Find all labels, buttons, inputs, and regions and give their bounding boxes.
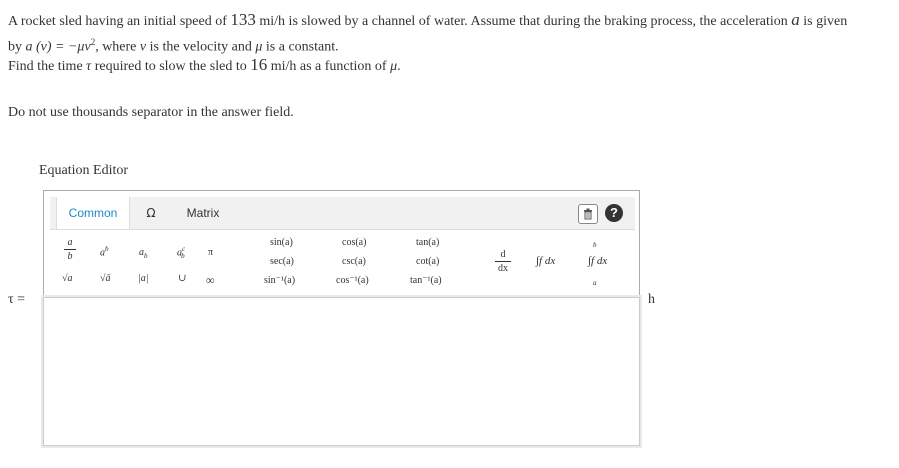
question-text: by: [8, 39, 26, 55]
initial-speed-value: 133: [230, 10, 256, 29]
definite-integral-button[interactable]: ∫f dx: [588, 255, 607, 267]
question-text: mi/h is slowed by a channel of water. As…: [255, 14, 792, 29]
question-line-2: by a (v) = −μv2, where v is the velocity…: [8, 33, 339, 57]
question-text: is given: [799, 14, 848, 29]
answer-label: τ =: [8, 292, 26, 307]
tab-omega[interactable]: Ω: [136, 197, 166, 229]
fraction-button[interactable]: a b: [64, 237, 76, 262]
nthroot-button[interactable]: √ā: [100, 273, 111, 284]
subsup-sub: b: [181, 252, 185, 261]
question-text: is the velocity and: [146, 39, 256, 55]
final-speed-value: 16: [250, 55, 268, 74]
cos-button[interactable]: cos(a): [342, 237, 366, 248]
answer-input[interactable]: [41, 295, 642, 448]
derivative-button[interactable]: d dx: [495, 249, 511, 274]
subscript-index: b: [144, 252, 148, 260]
tab-matrix[interactable]: Matrix: [176, 197, 230, 229]
arccos-button[interactable]: cos⁻¹(a): [336, 275, 369, 286]
question-line-1: A rocket sled having an initial speed of…: [8, 11, 847, 31]
tab-common[interactable]: Common: [56, 197, 130, 229]
sin-button[interactable]: sin(a): [270, 237, 293, 248]
question-text: , where: [95, 39, 140, 55]
power-button[interactable]: ab: [100, 245, 109, 258]
abs-button[interactable]: |a|: [138, 273, 149, 284]
trash-icon[interactable]: [578, 204, 598, 224]
subscript-button[interactable]: ab: [139, 247, 148, 260]
csc-button[interactable]: csc(a): [342, 256, 366, 267]
tan-button[interactable]: tan(a): [416, 237, 439, 248]
infinity-button[interactable]: ∞: [206, 273, 215, 288]
derivative-denominator: dx: [498, 263, 508, 274]
cot-button[interactable]: cot(a): [416, 256, 439, 267]
acceleration-variable: a: [791, 10, 800, 29]
integral-upper-limit: b: [593, 241, 597, 249]
thousands-separator-note: Do not use thousands separator in the an…: [8, 105, 294, 120]
fraction-denominator: b: [67, 251, 73, 262]
question-text: A rocket sled having an initial speed of: [8, 14, 231, 29]
arcsin-button[interactable]: sin⁻¹(a): [264, 275, 295, 286]
fraction-numerator: a: [67, 237, 73, 248]
sqrt-button[interactable]: √a: [62, 273, 73, 284]
equation-editor-toolbar: Common Ω Matrix ? a b ab ab acb π √a √ā …: [43, 190, 640, 296]
question-text: .: [397, 59, 401, 74]
answer-unit: h: [648, 292, 655, 307]
integral-lower-limit: a: [593, 279, 597, 287]
power-exponent: b: [105, 245, 109, 253]
question-text: mi/h as a function of: [267, 59, 391, 74]
help-question-icon[interactable]: ?: [605, 204, 623, 222]
editor-tab-bar: Common Ω Matrix ?: [50, 197, 635, 230]
question-text: required to slow the sled to: [91, 59, 251, 74]
question-line-3: Find the time τ required to slow the sle…: [8, 56, 401, 76]
union-button[interactable]: ∪: [178, 273, 186, 284]
integral-button[interactable]: ∫f dx: [536, 255, 555, 267]
sec-button[interactable]: sec(a): [270, 256, 294, 267]
subsup-button[interactable]: acb: [177, 245, 185, 260]
question-text: Find the time: [8, 59, 87, 74]
pi-button[interactable]: π: [208, 247, 213, 258]
question-text: is a constant.: [262, 39, 339, 55]
derivative-numerator: d: [500, 249, 506, 260]
equation-editor-title: Equation Editor: [39, 163, 129, 178]
acceleration-equation: a (v) = −μv: [25, 39, 91, 55]
arctan-button[interactable]: tan⁻¹(a): [410, 275, 442, 286]
